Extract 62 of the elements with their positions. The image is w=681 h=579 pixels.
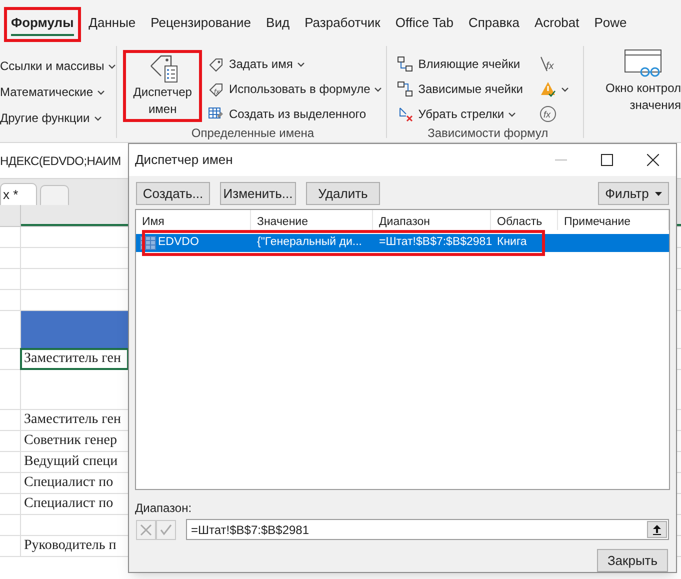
column-header[interactable]: Примечание: [558, 210, 669, 230]
list-cell-text: Книга: [496, 235, 528, 250]
list-row[interactable]: EDVDO {"Генеральный ди... =Штат!$B$7:$B$2981 Книга: [136, 234, 669, 252]
ribbon-command[interactable]: Зависимые ячейки: [397, 79, 523, 99]
table-cell-text: Советник генер: [23, 432, 118, 450]
error-check-icon[interactable]: [538, 80, 557, 98]
tag-icon: [208, 56, 224, 72]
group-label: Определенные имена: [190, 125, 316, 142]
ribbon-command[interactable]: Убрать стрелки: [397, 104, 523, 124]
ribbon-command[interactable]: Создать из выделенного: [208, 104, 382, 124]
group-label: Зависимости формул: [426, 125, 550, 142]
caret-icon: [97, 90, 105, 94]
trace-arrow-icon: [397, 81, 414, 97]
table-cell-text: Ведущий специ: [23, 453, 119, 471]
ribbon-tab[interactable]: Рецензирование: [144, 6, 258, 42]
filter-button[interactable]: Фильтр: [598, 182, 669, 205]
caret-icon: [108, 64, 116, 68]
ribbon-tab[interactable]: Acrobat: [527, 6, 586, 42]
watch-window-icon: [623, 48, 664, 78]
range-input-field[interactable]: =Штат!$B$7:$B$2981: [186, 519, 669, 540]
close-button[interactable]: Закрыть: [597, 549, 668, 572]
table-cell: Заместитель ген: [21, 349, 128, 369]
dialog-title: Диспетчер имен: [135, 151, 234, 170]
list-cell-text: =Штат!$B$7:$B$2981: [378, 235, 491, 250]
names-list[interactable]: Имя Значение Диапазон Область Примечание EDVDO {"Генеральный ди... =Штат!$B$7:$B$2981 Книга: [135, 209, 670, 490]
ribbon-tab[interactable]: Справка: [461, 6, 526, 42]
ribbon-dropdown[interactable]: Другие функции: [0, 108, 116, 128]
ribbon-tab[interactable]: Данные: [82, 6, 143, 42]
dialog-button[interactable]: Изменить...: [220, 182, 296, 205]
remove-arrows-icon: [397, 106, 414, 122]
ribbon-tab[interactable]: Вид: [259, 6, 297, 42]
caret-icon: [94, 116, 102, 120]
ribbon-tab[interactable]: Powe: [587, 6, 634, 42]
trace-arrow-icon: [397, 56, 414, 72]
column-header[interactable]: Область: [491, 210, 558, 230]
column-header[interactable]: Значение: [251, 210, 373, 230]
ribbon-command[interactable]: Влияющие ячейки: [397, 54, 523, 74]
ribbon-dropdown[interactable]: Математические: [0, 82, 116, 102]
dialog-button[interactable]: Создать...: [136, 182, 210, 205]
evaluate-formula-icon[interactable]: fx: [538, 105, 557, 123]
table-cell-text: Заместитель ген: [23, 411, 122, 429]
name-manager-button[interactable]: Диспетчер имен: [123, 50, 202, 122]
check-icon[interactable]: [156, 520, 176, 540]
formula-text: НДЕКС(EDVDO;НАИМ: [0, 152, 121, 170]
collapse-icon[interactable]: [647, 521, 667, 538]
watch-window-button[interactable]: Окно контрол значения: [606, 80, 681, 114]
column-header[interactable]: Диапазон: [373, 210, 491, 230]
ribbon-tab[interactable]: Office Tab: [388, 6, 460, 42]
ribbon-tab[interactable]: Разработчик: [298, 6, 388, 42]
name-text: EDVDO: [158, 235, 199, 250]
list-cell-text: {"Генеральный ди...: [256, 235, 363, 250]
ribbon-command[interactable]: Задать имя: [208, 54, 382, 74]
dialog-button[interactable]: Удалить: [306, 182, 380, 205]
sheet-tab[interactable]: x *: [0, 183, 37, 205]
field-label: Диапазон:: [134, 500, 193, 517]
table-cell-text: Специалист по: [23, 495, 114, 513]
column-header[interactable]: Имя: [136, 210, 251, 230]
table-cell-text: Специалист по: [23, 474, 114, 492]
table-cell-text: Руководитель п: [23, 537, 118, 555]
ribbon-tab[interactable]: Формулы: [4, 6, 81, 42]
caret-icon: [654, 192, 662, 196]
ribbon-dropdown[interactable]: Ссылки и массивы: [0, 56, 116, 76]
